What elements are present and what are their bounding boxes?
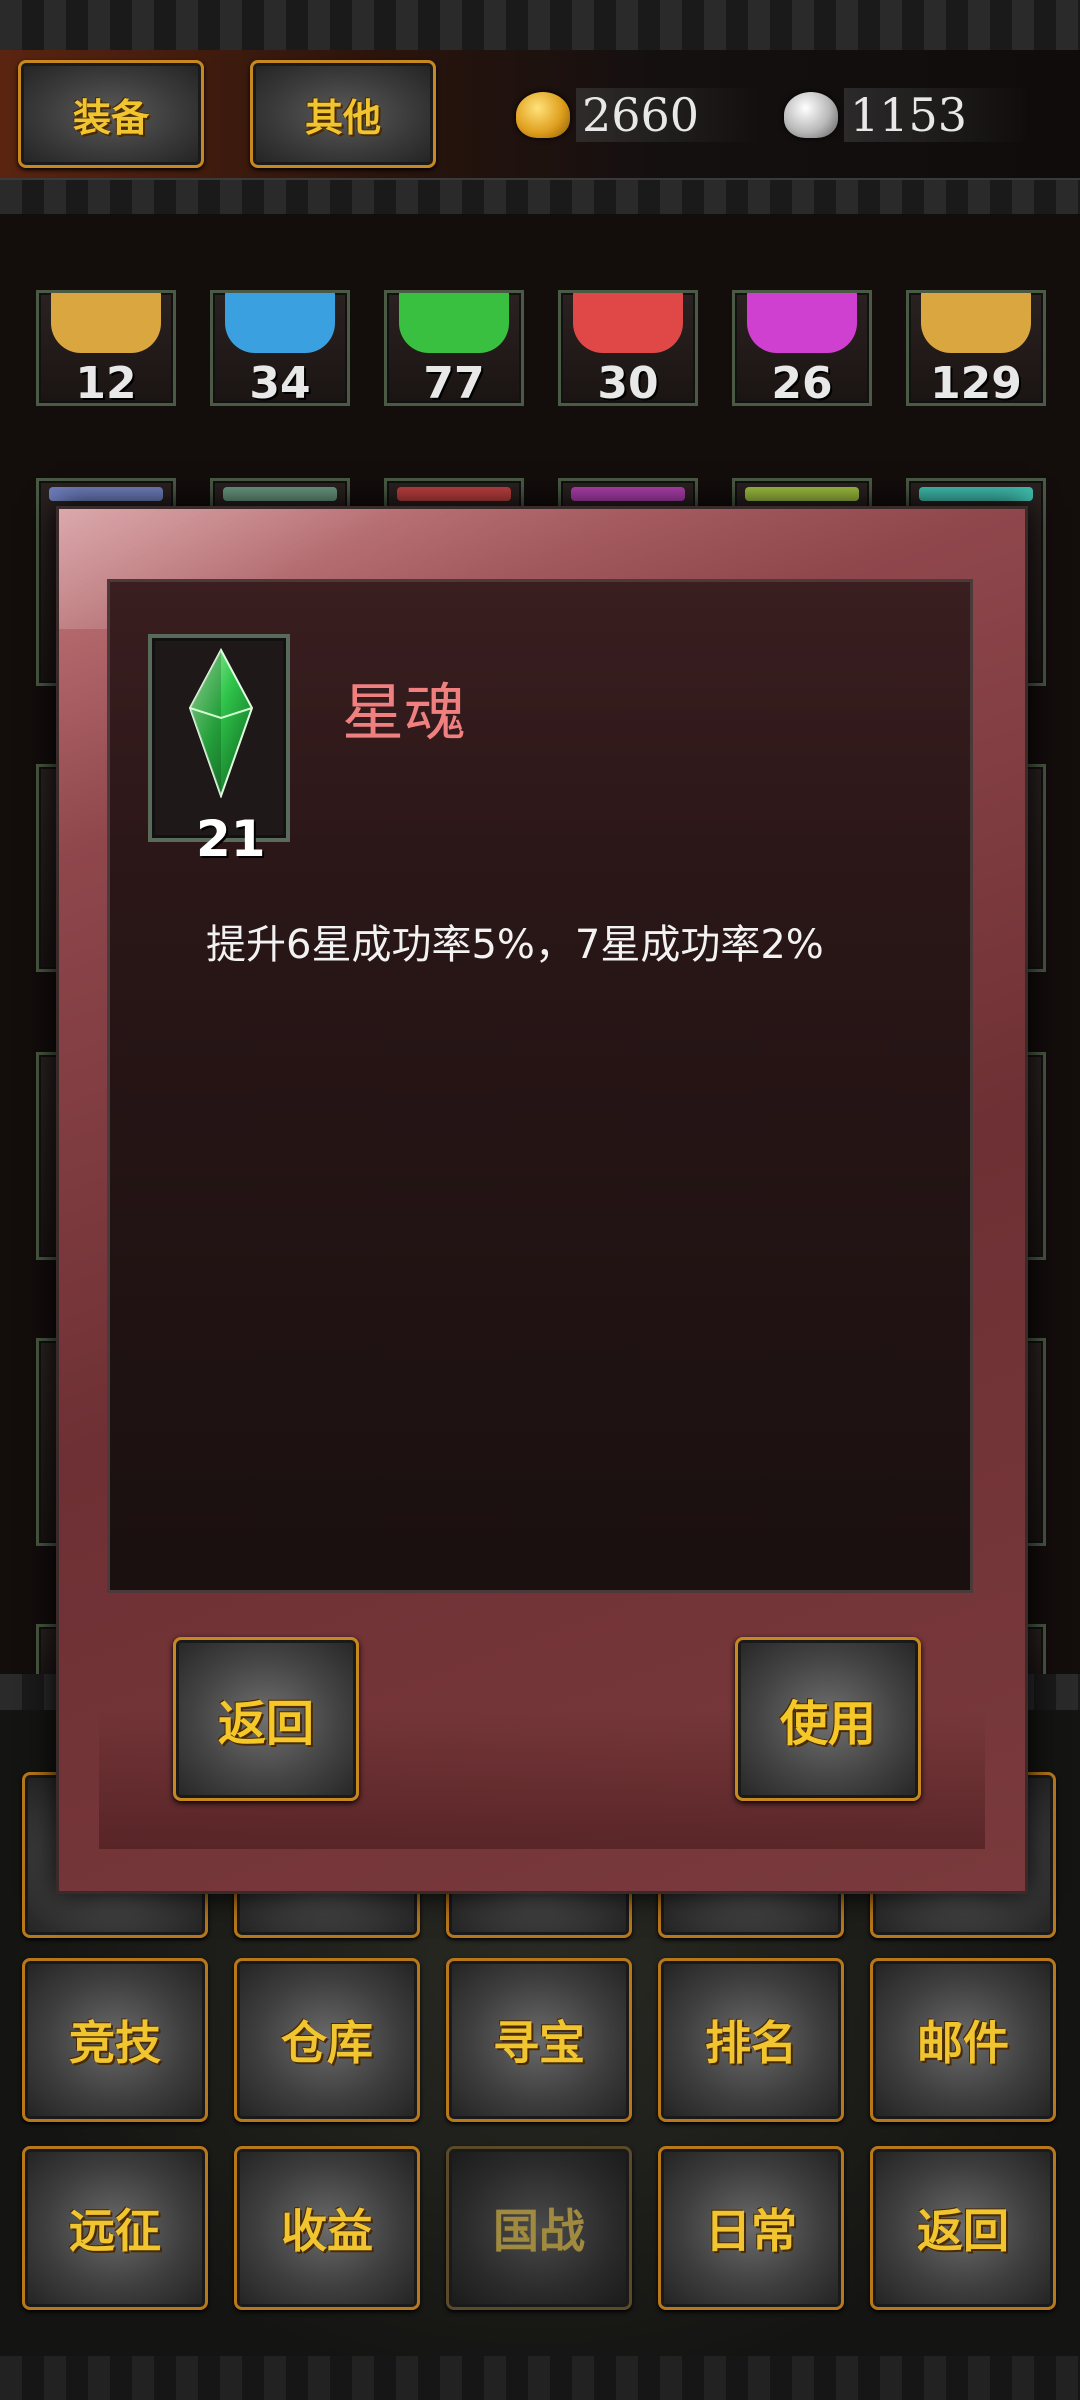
menu-button-earnings[interactable]: 收益 bbox=[234, 2146, 420, 2310]
tab-equipment[interactable]: 装备 bbox=[18, 60, 204, 168]
slot-count: 129 bbox=[930, 358, 1022, 406]
slot-count: 12 bbox=[75, 358, 137, 406]
scroll-icon bbox=[399, 293, 509, 353]
menu-button-daily[interactable]: 日常 bbox=[658, 2146, 844, 2310]
item-name: 星魂 bbox=[342, 676, 467, 749]
green-gem-icon bbox=[188, 648, 254, 798]
inventory-slot-6[interactable]: 129 bbox=[906, 290, 1046, 406]
menu-button-nation-war[interactable]: 国战 bbox=[446, 2146, 632, 2310]
item-detail-dialog: 21 星魂 提升6星成功率5%，7星成功率2% 返回 使用 bbox=[56, 506, 1028, 1894]
item-icon bbox=[397, 487, 511, 501]
dialog-content-panel: 21 星魂 提升6星成功率5%，7星成功率2% bbox=[107, 579, 973, 1593]
inventory-slot-4[interactable]: 30 bbox=[558, 290, 698, 406]
top-border bbox=[0, 0, 1080, 52]
back-button[interactable]: 返回 bbox=[173, 1637, 359, 1801]
bottom-border bbox=[0, 2356, 1080, 2400]
silver-value: 1153 bbox=[844, 88, 1028, 142]
inventory-slot-2[interactable]: 34 bbox=[210, 290, 350, 406]
gold-ingot-icon bbox=[516, 92, 570, 138]
menu-button-expedition[interactable]: 远征 bbox=[22, 2146, 208, 2310]
scroll-icon bbox=[921, 293, 1031, 353]
menu-button-warehouse[interactable]: 仓库 bbox=[234, 1958, 420, 2122]
scroll-icon bbox=[573, 293, 683, 353]
silver-currency: 1153 bbox=[784, 80, 1028, 150]
slot-count: 30 bbox=[597, 358, 659, 406]
menu-button-ranking[interactable]: 排名 bbox=[658, 1958, 844, 2122]
scroll-icon bbox=[747, 293, 857, 353]
use-button[interactable]: 使用 bbox=[735, 1637, 921, 1801]
scroll-icon bbox=[51, 293, 161, 353]
slot-count: 26 bbox=[771, 358, 833, 406]
top-border-lower bbox=[0, 178, 1080, 218]
inventory-slot-5[interactable]: 26 bbox=[732, 290, 872, 406]
item-count: 21 bbox=[196, 810, 266, 868]
item-icon bbox=[49, 487, 163, 501]
item-description: 提升6星成功率5%，7星成功率2% bbox=[206, 922, 824, 968]
menu-button-mail[interactable]: 邮件 bbox=[870, 1958, 1056, 2122]
menu-button-back[interactable]: 返回 bbox=[870, 2146, 1056, 2310]
tab-other[interactable]: 其他 bbox=[250, 60, 436, 168]
item-icon-frame: 21 bbox=[148, 634, 290, 868]
item-icon bbox=[919, 487, 1033, 501]
item-icon bbox=[571, 487, 685, 501]
inventory-slot-3[interactable]: 77 bbox=[384, 290, 524, 406]
slot-count: 77 bbox=[423, 358, 485, 406]
item-icon bbox=[745, 487, 859, 501]
inventory-slot-1[interactable]: 12 bbox=[36, 290, 176, 406]
slot-count: 34 bbox=[249, 358, 311, 406]
gold-currency: 2660 bbox=[516, 80, 760, 150]
gold-value: 2660 bbox=[576, 88, 760, 142]
menu-button-arena[interactable]: 竞技 bbox=[22, 1958, 208, 2122]
menu-button-treasure-hunt[interactable]: 寻宝 bbox=[446, 1958, 632, 2122]
item-icon bbox=[223, 487, 337, 501]
scroll-icon bbox=[225, 293, 335, 353]
silver-ingot-icon bbox=[784, 92, 838, 138]
